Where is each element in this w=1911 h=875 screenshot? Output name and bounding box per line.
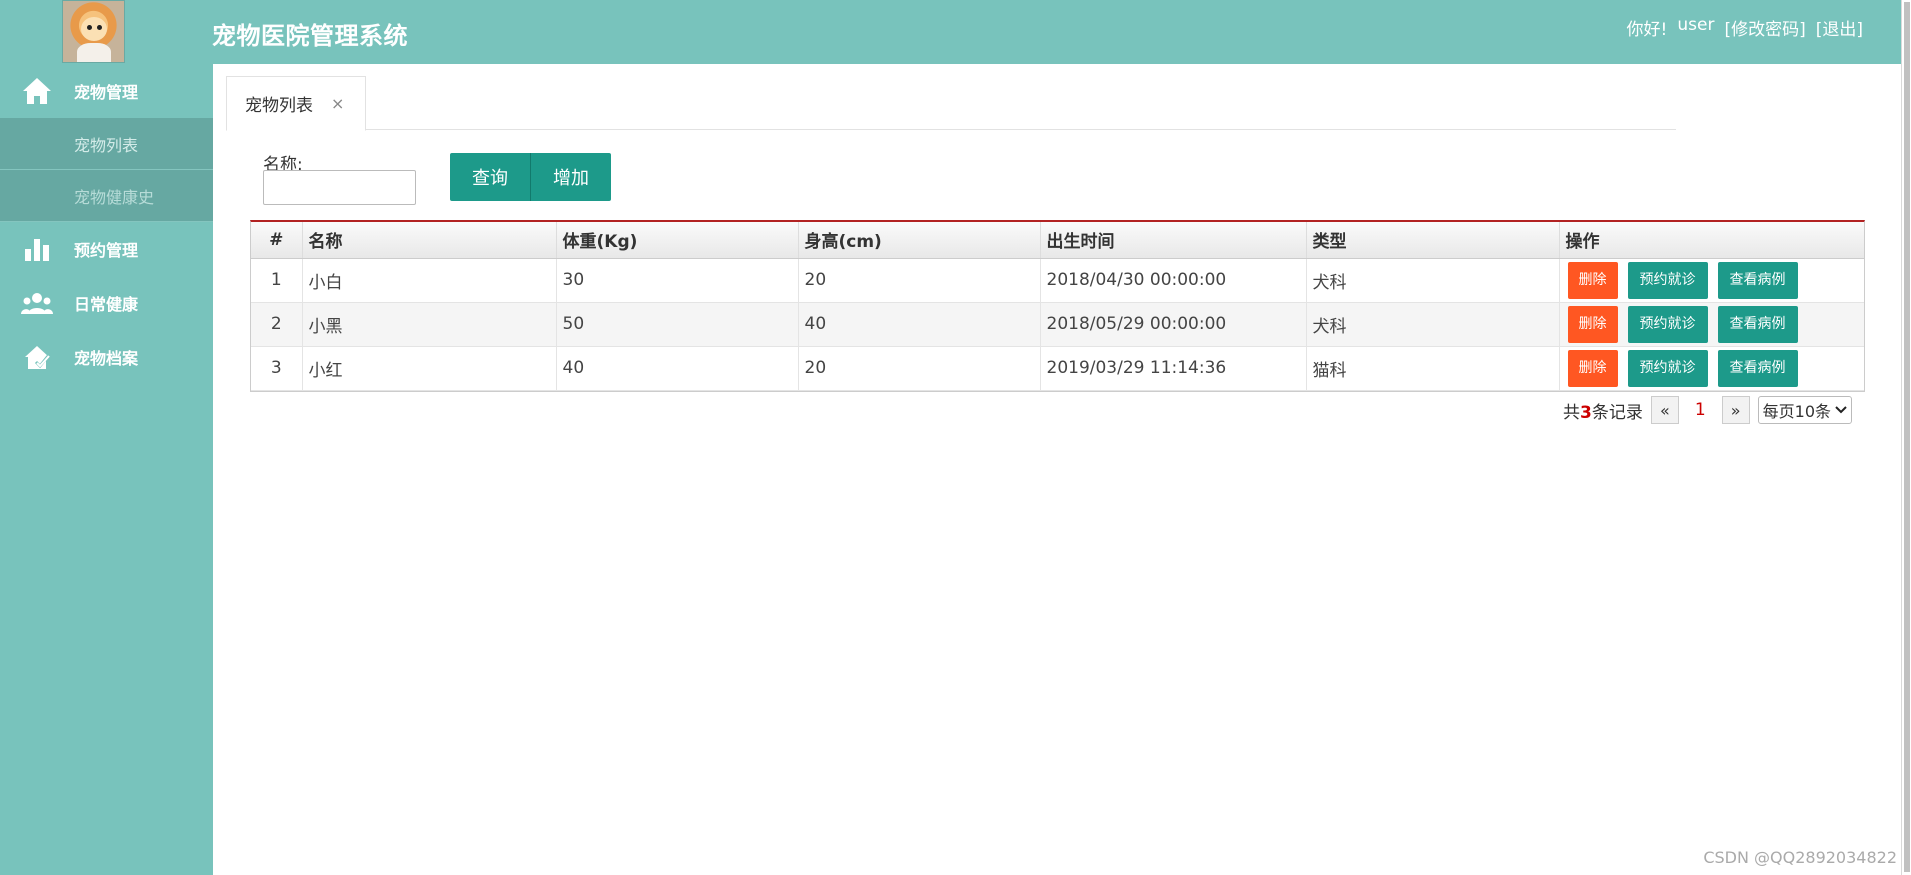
- add-button[interactable]: 增加: [530, 153, 611, 201]
- next-page-button[interactable]: »: [1721, 396, 1750, 424]
- cell-num: 3: [251, 346, 303, 391]
- column-header: 出生时间: [1040, 222, 1307, 259]
- view-cases-button[interactable]: 查看病例: [1717, 305, 1798, 343]
- delete-button[interactable]: 删除: [1567, 349, 1618, 387]
- column-header: 操作: [1559, 222, 1864, 259]
- prev-page-button[interactable]: «: [1650, 396, 1679, 424]
- pet-file-icon: [20, 342, 54, 372]
- cell-name: 小白: [302, 258, 557, 303]
- cell-actions: 删除 预约就诊 查看病例: [1559, 346, 1864, 391]
- users-icon: [20, 288, 54, 318]
- search-button-group: 查询 增加: [450, 153, 611, 201]
- tab-bar: 宠物列表 ×: [226, 76, 1676, 131]
- cell-birth: 2018/04/30 00:00:00: [1040, 258, 1307, 303]
- scrollbar-thumb[interactable]: [1904, 2, 1910, 872]
- cell-type: 犬科: [1306, 258, 1560, 303]
- query-button[interactable]: 查询: [450, 153, 530, 201]
- page-scrollbar[interactable]: [1901, 0, 1911, 875]
- cell-height: 20: [798, 258, 1041, 303]
- cell-name: 小红: [302, 346, 557, 391]
- sidebar-item-pet-list[interactable]: 宠物列表: [0, 118, 213, 170]
- table-row: 2 小黑 50 40 2018/05/29 00:00:00 犬科 删除 预约就诊…: [251, 302, 1864, 347]
- sidebar-item-label: 宠物档案: [74, 349, 139, 368]
- sidebar-item-pet-management[interactable]: 宠物管理: [0, 64, 213, 118]
- main-content: 宠物列表 × 名称: 查询 增加 # 名称 体重(Kg) 身高(cm) 出生时间…: [213, 64, 1901, 875]
- cell-num: 1: [251, 258, 303, 303]
- tab-pet-list[interactable]: 宠物列表 ×: [226, 76, 366, 131]
- greeting-text: 你好!: [1626, 20, 1668, 40]
- bar-chart-icon: [20, 234, 54, 264]
- cell-birth: 2018/05/29 00:00:00: [1040, 302, 1307, 347]
- cell-weight: 50: [556, 302, 799, 347]
- view-cases-button[interactable]: 查看病例: [1717, 261, 1798, 299]
- sidebar: 宠物管理 宠物列表 宠物健康史 预约管理 日常健康 宠物档案: [0, 64, 213, 875]
- cell-num: 2: [251, 302, 303, 347]
- cell-name: 小黑: [302, 302, 557, 347]
- home-icon: [20, 76, 54, 106]
- cell-type: 犬科: [1306, 302, 1560, 347]
- watermark: CSDN @QQ2892034822: [1703, 848, 1897, 867]
- app-title: 宠物医院管理系统: [212, 22, 408, 50]
- cell-height: 20: [798, 346, 1041, 391]
- user-area: 你好! user [修改密码] [退出]: [1627, 15, 1863, 40]
- record-count-total: 3: [1580, 402, 1592, 423]
- sidebar-item-daily-health[interactable]: 日常健康: [0, 276, 213, 330]
- sidebar-item-appointment-management[interactable]: 预约管理: [0, 222, 213, 276]
- column-header: 身高(cm): [798, 222, 1041, 259]
- username-text: user: [1677, 15, 1715, 35]
- sidebar-item-label: 宠物管理: [74, 83, 139, 102]
- logo-avatar: [62, 0, 125, 63]
- logout-link[interactable]: [退出]: [1816, 15, 1863, 40]
- cell-weight: 40: [556, 346, 799, 391]
- name-search-input[interactable]: [263, 170, 416, 205]
- appointment-button[interactable]: 预约就诊: [1627, 261, 1708, 299]
- pet-table: # 名称 体重(Kg) 身高(cm) 出生时间 类型 操作 1 小白 30 20…: [250, 220, 1865, 392]
- cell-actions: 删除 预约就诊 查看病例: [1559, 258, 1864, 303]
- sidebar-item-label: 日常健康: [74, 295, 139, 314]
- column-header: #: [251, 222, 303, 259]
- column-header: 名称: [302, 222, 557, 259]
- record-count: 共3条记录: [1563, 398, 1643, 423]
- delete-button[interactable]: 删除: [1567, 261, 1618, 299]
- sidebar-item-label: 预约管理: [74, 241, 139, 260]
- close-icon[interactable]: ×: [331, 94, 344, 113]
- column-header: 类型: [1306, 222, 1560, 259]
- record-count-prefix: 共: [1563, 402, 1580, 423]
- cell-actions: 删除 预约就诊 查看病例: [1559, 302, 1864, 347]
- cell-height: 40: [798, 302, 1041, 347]
- table-row: 1 小白 30 20 2018/04/30 00:00:00 犬科 删除 预约就诊…: [251, 258, 1864, 303]
- appointment-button[interactable]: 预约就诊: [1627, 305, 1708, 343]
- page-size-select[interactable]: 每页10条: [1757, 396, 1853, 424]
- pagination: 共3条记录 « 1 » 每页10条: [1563, 396, 1853, 424]
- cell-type: 猫科: [1306, 346, 1560, 391]
- table-header-row: # 名称 体重(Kg) 身高(cm) 出生时间 类型 操作: [251, 222, 1864, 259]
- view-cases-button[interactable]: 查看病例: [1717, 349, 1798, 387]
- delete-button[interactable]: 删除: [1567, 305, 1618, 343]
- change-password-link[interactable]: [修改密码]: [1724, 15, 1805, 40]
- cell-weight: 30: [556, 258, 799, 303]
- current-page[interactable]: 1: [1687, 400, 1714, 420]
- chevron-down-icon: [1835, 406, 1847, 414]
- sidebar-item-pet-health-history[interactable]: 宠物健康史: [0, 170, 213, 222]
- cell-birth: 2019/03/29 11:14:36: [1040, 346, 1307, 391]
- page-size-value: 每页10条: [1762, 402, 1832, 421]
- record-count-suffix: 条记录: [1591, 402, 1643, 423]
- top-header: 宠物医院管理系统 你好! user [修改密码] [退出]: [0, 0, 1901, 64]
- column-header: 体重(Kg): [556, 222, 799, 259]
- tab-label: 宠物列表: [245, 96, 313, 116]
- sidebar-item-pet-file[interactable]: 宠物档案: [0, 330, 213, 384]
- appointment-button[interactable]: 预约就诊: [1627, 349, 1708, 387]
- table-row: 3 小红 40 20 2019/03/29 11:14:36 猫科 删除 预约就诊…: [251, 346, 1864, 391]
